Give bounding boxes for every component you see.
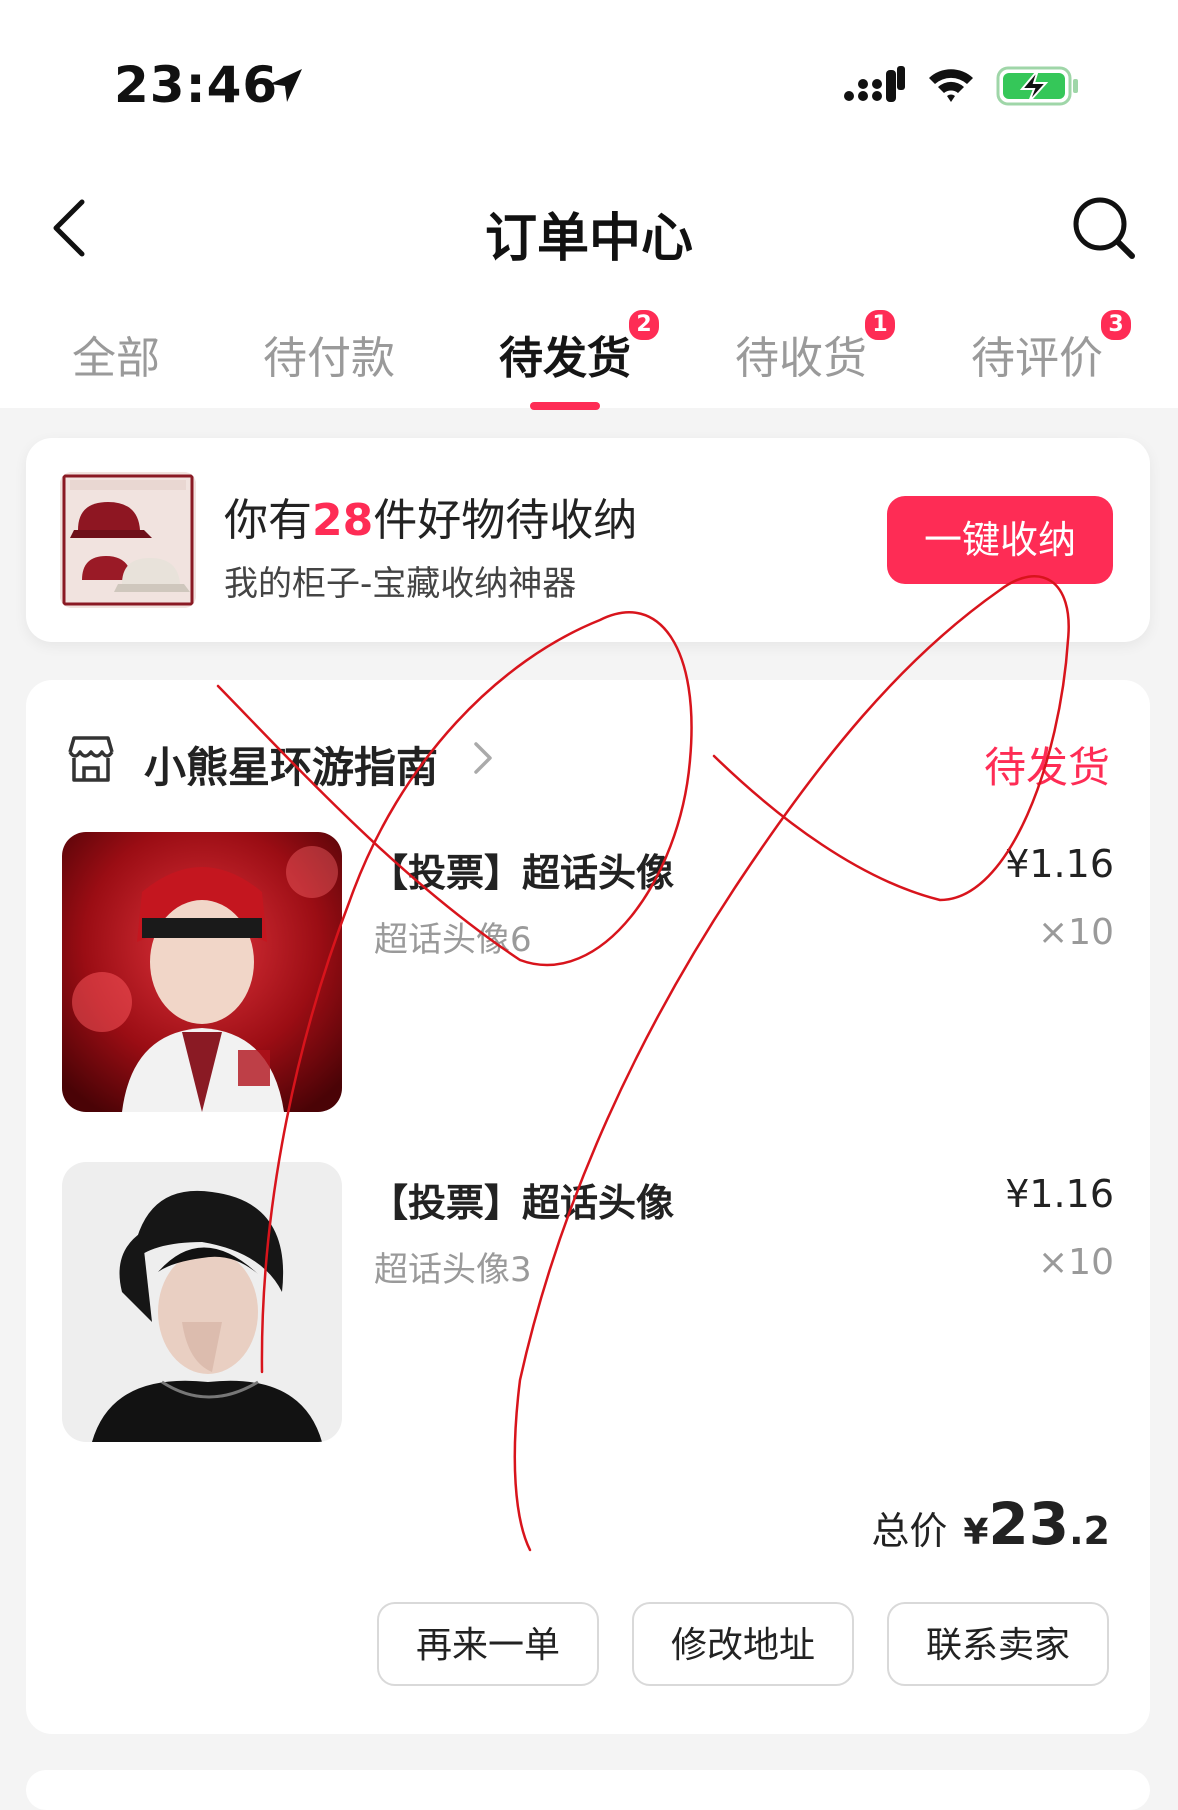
promo-thumbnail xyxy=(60,472,196,608)
storage-promo-card[interactable]: 你有28件好物待收纳 我的柜子-宝藏收纳神器 一键收纳 xyxy=(26,438,1150,642)
item-title: 【投票】超话头像 xyxy=(370,1181,675,1225)
tab-pending-payment[interactable]: 待付款 xyxy=(263,322,395,386)
promo-subtitle: 我的柜子-宝藏收纳神器 xyxy=(224,564,577,604)
item-spec: 超话头像6 xyxy=(374,920,532,960)
status-time: 23:46 xyxy=(114,56,279,114)
chevron-right-icon[interactable] xyxy=(470,738,496,778)
reorder-button[interactable]: 再来一单 xyxy=(377,1602,599,1686)
product-image[interactable] xyxy=(62,832,342,1112)
change-address-button[interactable]: 修改地址 xyxy=(632,1602,854,1686)
product-image[interactable] xyxy=(62,1162,342,1442)
tab-count-badge: 2 xyxy=(627,308,661,342)
order-total: 总价 ¥23.2 xyxy=(871,1490,1110,1558)
order-status: 待发货 xyxy=(983,743,1110,792)
promo-headline: 你有28件好物待收纳 xyxy=(224,484,637,548)
promo-item-count: 28 xyxy=(312,495,374,546)
top-area: 23:46 订单中心 全部 待付款 待发货 2 待收货 1 待评价 3 xyxy=(0,0,1178,410)
total-integer: 23 xyxy=(988,1490,1070,1558)
next-order-card-edge xyxy=(26,1770,1150,1810)
tab-label: 待付款 xyxy=(263,333,395,384)
item-quantity: ×10 xyxy=(1038,1242,1114,1283)
promo-headline-prefix: 你有 xyxy=(224,495,312,546)
location-arrow-icon xyxy=(270,69,302,102)
item-price: ¥1.16 xyxy=(1005,842,1114,886)
shop-icon xyxy=(68,736,114,782)
total-label: 总价 xyxy=(871,1509,948,1553)
tab-pending-receipt[interactable]: 待收货 1 xyxy=(735,308,897,386)
item-quantity: ×10 xyxy=(1038,912,1114,953)
tab-label: 全部 xyxy=(72,333,160,384)
search-icon[interactable] xyxy=(1072,196,1136,260)
total-currency: ¥ xyxy=(963,1512,989,1553)
tab-pending-shipment[interactable]: 待发货 2 xyxy=(499,308,661,386)
promo-headline-suffix: 件好物待收纳 xyxy=(373,495,638,546)
page-title: 订单中心 xyxy=(484,209,693,269)
item-title: 【投票】超话头像 xyxy=(370,851,675,895)
order-item[interactable]: 【投票】超话头像 超话头像3 ¥1.16 ×10 xyxy=(62,1162,1114,1442)
order-card: 小熊星环游指南 待发货 【投票】超话头像 超话头像6 ¥1.16 ×10 【投票… xyxy=(26,680,1150,1734)
tab-label: 待发货 xyxy=(499,333,631,384)
contact-seller-button[interactable]: 联系卖家 xyxy=(887,1602,1109,1686)
tab-label: 待评价 xyxy=(971,333,1103,384)
cellular-signal-icon xyxy=(844,66,905,102)
tab-pending-review[interactable]: 待评价 3 xyxy=(971,308,1133,386)
product-photo-red xyxy=(62,832,342,1112)
active-tab-indicator xyxy=(530,402,600,410)
wifi-icon xyxy=(929,69,973,102)
one-click-store-button[interactable]: 一键收纳 xyxy=(887,496,1113,584)
tab-count-badge: 1 xyxy=(863,308,897,342)
tab-all[interactable]: 全部 xyxy=(72,322,160,386)
item-spec: 超话头像3 xyxy=(374,1250,532,1290)
item-price: ¥1.16 xyxy=(1005,1172,1114,1216)
tab-count-badge: 3 xyxy=(1099,308,1133,342)
total-decimal: .2 xyxy=(1069,1509,1110,1553)
product-photo-dark xyxy=(62,1162,342,1442)
shop-name-link[interactable]: 小熊星环游指南 xyxy=(144,734,438,795)
order-item[interactable]: 【投票】超话头像 超话头像6 ¥1.16 ×10 xyxy=(62,832,1114,1112)
tab-label: 待收货 xyxy=(735,333,867,384)
caps-product-image xyxy=(60,472,196,608)
battery-charging-icon xyxy=(996,66,1078,106)
